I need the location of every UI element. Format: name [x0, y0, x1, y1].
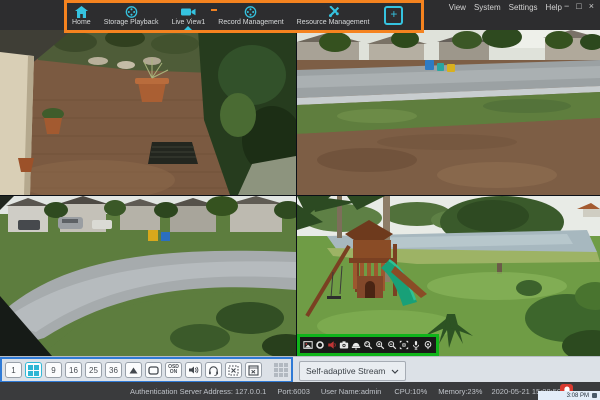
- menu-system[interactable]: System: [474, 3, 501, 12]
- server-port: Port:6003: [277, 387, 310, 396]
- nvr-client-window: View System Settings Help − □ × Home Sto…: [0, 0, 600, 400]
- layout-toolbar-highlight: 1 9 16 25 36 OSDON: [0, 357, 293, 383]
- zoom-in-icon[interactable]: [375, 340, 385, 350]
- fisheye-icon[interactable]: [423, 340, 433, 350]
- tab-label: Resource Management: [297, 19, 370, 26]
- chevron-down-icon: [391, 369, 399, 374]
- tools-icon: [327, 6, 340, 18]
- tab-label: Home: [72, 19, 91, 26]
- screen-mode-9-button[interactable]: 9: [45, 362, 62, 378]
- tab-storage-playback[interactable]: Storage Playback: [104, 6, 159, 26]
- window-controls: − □ ×: [564, 1, 594, 11]
- playground-scene: [297, 196, 600, 356]
- close-button[interactable]: ×: [589, 1, 594, 11]
- app-menu: View System Settings Help: [449, 3, 562, 12]
- driveway-scene: [0, 196, 296, 356]
- add-tab-button[interactable]: +: [384, 6, 403, 25]
- tab-label: Record Management: [218, 19, 283, 26]
- osd-label: OSDON: [168, 365, 179, 375]
- dashed-close-icon: [228, 365, 239, 376]
- menu-view[interactable]: View: [449, 3, 466, 12]
- tab-home[interactable]: Home: [72, 6, 91, 26]
- tab-label: Live View1: [172, 19, 206, 26]
- close-channel-button[interactable]: [245, 362, 262, 378]
- menu-help[interactable]: Help: [546, 3, 562, 12]
- video-camera-icon: [181, 6, 196, 18]
- camera-toolbar: [297, 334, 439, 356]
- home-icon: [75, 6, 88, 18]
- close-all-preview-button[interactable]: [225, 362, 242, 378]
- reel-recording-icon: [244, 6, 257, 18]
- auth-server-address: Authentication Server Address: 127.0.0.1: [130, 387, 266, 396]
- triangle-up-icon: [129, 367, 138, 374]
- grid-4-icon: [28, 365, 39, 376]
- live-view-grid: [0, 30, 600, 356]
- headset-icon: [208, 365, 219, 376]
- boxed-x-icon: [248, 365, 259, 376]
- screen-mode-16-button[interactable]: 16: [65, 362, 82, 378]
- ptz-control-icon[interactable]: [399, 340, 409, 350]
- cpu-usage: CPU:10%: [394, 387, 427, 396]
- area-zoom-icon[interactable]: [363, 340, 373, 350]
- user-name: User Name:admin: [321, 387, 381, 396]
- screen-mode-4-button[interactable]: [25, 362, 42, 378]
- osd-toggle-button[interactable]: OSDON: [165, 362, 182, 378]
- screen-mode-1-button[interactable]: 1: [5, 362, 22, 378]
- taskbar-clock: 3:08 PM: [567, 393, 589, 399]
- audio-all-button[interactable]: [185, 362, 202, 378]
- memory-usage: Memory:23%: [438, 387, 482, 396]
- nav-tabs: Home Storage Playback Live View1 Record …: [72, 1, 403, 30]
- fullscreen-button[interactable]: [145, 362, 162, 378]
- channel-grid-button-disabled[interactable]: [274, 363, 288, 377]
- snapshot-icon[interactable]: [339, 340, 349, 350]
- zoom-out-icon[interactable]: [387, 340, 397, 350]
- screen-mode-25-button[interactable]: 25: [85, 362, 102, 378]
- menu-settings[interactable]: Settings: [509, 3, 538, 12]
- stream-type-dropdown[interactable]: Self-adaptive Stream: [299, 361, 406, 381]
- talk-headset-button[interactable]: [205, 362, 222, 378]
- ptz-dome-icon[interactable]: [351, 340, 361, 350]
- maximize-button[interactable]: □: [576, 1, 581, 11]
- screen-mode-36-button[interactable]: 36: [105, 362, 122, 378]
- minimize-button[interactable]: −: [564, 1, 569, 11]
- bottom-toolbar: 1 9 16 25 36 OSDON: [0, 356, 600, 382]
- camera-pane-driveway[interactable]: [0, 196, 296, 356]
- record-icon[interactable]: [315, 340, 325, 350]
- status-bar: Authentication Server Address: 127.0.0.1…: [0, 382, 600, 400]
- titlebar: View System Settings Help − □ × Home Sto…: [0, 0, 600, 30]
- tray-icon[interactable]: [592, 393, 597, 398]
- reel-icon: [125, 6, 138, 18]
- front-porch-scene: [0, 30, 296, 195]
- speaker-icon: [188, 365, 199, 375]
- fullscreen-icon: [148, 366, 159, 375]
- tab-resource-management[interactable]: Resource Management: [297, 6, 370, 26]
- tab-live-view[interactable]: Live View1: [172, 6, 206, 26]
- active-tab-caret: [184, 26, 192, 30]
- camera-pane-street[interactable]: [297, 30, 600, 195]
- street-scene: [297, 30, 600, 195]
- camera-pane-front-porch[interactable]: [0, 30, 296, 195]
- camera-pane-playground[interactable]: [297, 196, 600, 356]
- talk-mic-icon[interactable]: [411, 340, 421, 350]
- stream-type-label: Self-adaptive Stream: [306, 366, 385, 376]
- expand-panel-button[interactable]: [125, 362, 142, 378]
- recording-indicator: [211, 9, 217, 11]
- os-taskbar-sliver: 3:08 PM: [538, 391, 600, 400]
- media-stream-icon[interactable]: [303, 340, 313, 350]
- tab-label: Storage Playback: [104, 19, 159, 26]
- tab-record-management[interactable]: Record Management: [218, 6, 283, 26]
- audio-icon[interactable]: [327, 340, 337, 350]
